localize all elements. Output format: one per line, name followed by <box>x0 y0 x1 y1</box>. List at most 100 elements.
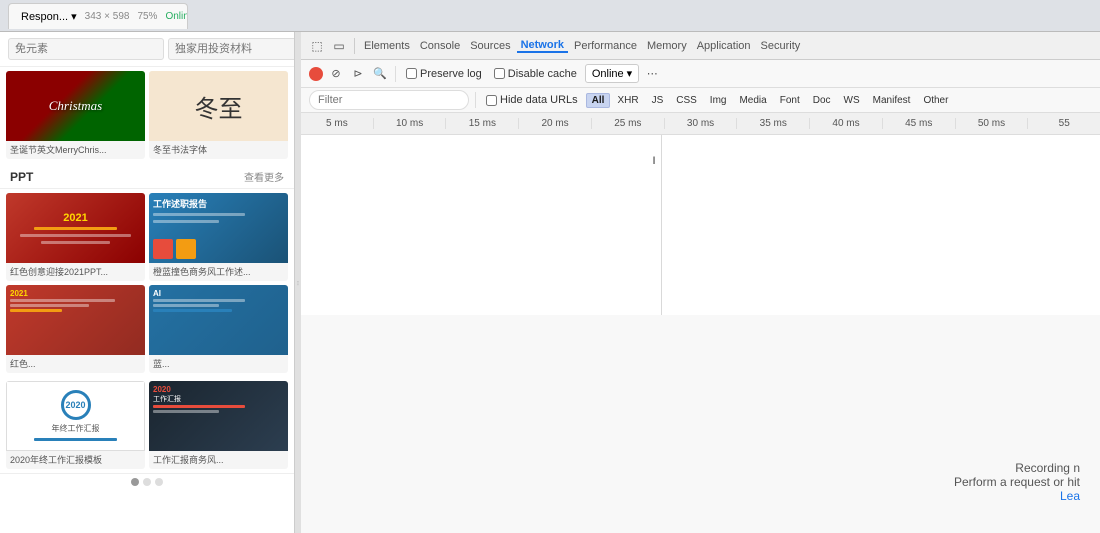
ppt-section-title: PPT <box>10 170 33 184</box>
recording-area: Recording n Perform a request or hit Lea <box>301 315 1100 533</box>
timeline-tick: 5 ms <box>301 118 373 129</box>
timeline-tick: 15 ms <box>445 118 518 129</box>
list-item[interactable]: 工作述职报告 橙蓝撞色商务风工作述... <box>149 193 288 281</box>
filter-type-img[interactable]: Img <box>704 93 733 108</box>
filter-type-other[interactable]: Other <box>917 93 954 108</box>
filter-type-font[interactable]: Font <box>774 93 806 108</box>
ppt-thumb-blue: 工作述职报告 <box>149 193 288 263</box>
timeline-tick: 55 <box>1027 118 1100 129</box>
devtools-tab-performance[interactable]: Performance <box>570 40 641 52</box>
filter-type-manifest[interactable]: Manifest <box>867 93 917 108</box>
cursor-indicator: I <box>653 135 656 315</box>
devtools-tab-sources[interactable]: Sources <box>466 40 514 52</box>
tab-zoom: 75% <box>137 11 157 22</box>
ppt-caption: 2020年终工作汇报模板 <box>6 451 145 469</box>
list-item[interactable]: Christmas 圣诞节英文MerryChris... <box>6 71 145 159</box>
search-input-2[interactable] <box>168 38 295 60</box>
recording-message-1: Recording n <box>1015 461 1088 475</box>
ppt-caption: 红色创意迎接2021PPT... <box>6 263 145 281</box>
ppt-caption: 蓝... <box>149 355 288 373</box>
filter-type-doc[interactable]: Doc <box>807 93 837 108</box>
scrollbar-dot <box>155 478 163 486</box>
search-bar: 搜索 登录 <box>0 32 294 67</box>
filter-type-ws[interactable]: WS <box>838 93 866 108</box>
ppt-thumb-red: 2021 <box>6 193 145 263</box>
ppt-section-more[interactable]: 查看更多 <box>244 169 284 184</box>
search-network-button[interactable]: 🔍 <box>371 65 389 83</box>
ppt-section-header: PPT 查看更多 <box>0 163 294 189</box>
search-input[interactable] <box>8 38 164 60</box>
devtools-tab-memory[interactable]: Memory <box>643 40 691 52</box>
toolbar-separator <box>395 66 396 82</box>
online-dropdown-icon: ▾ <box>627 67 633 80</box>
cursor-line <box>661 135 662 315</box>
hide-data-urls-checkbox[interactable]: Hide data URLs <box>482 94 582 106</box>
devtools-device-icon[interactable]: ▭ <box>329 36 349 56</box>
image-thumb-calligraphy: 冬至 <box>149 71 288 141</box>
list-item[interactable]: AI 蓝... <box>149 285 288 373</box>
filter-toolbar: Hide data URLs All XHR JS CSS Img Media … <box>301 88 1100 113</box>
filter-button[interactable]: ⊳ <box>349 65 367 83</box>
devtools-pointer-icon[interactable]: ⬚ <box>307 36 327 56</box>
tab-dimensions: 343 × 598 <box>85 11 130 22</box>
tab-title: Respon... ▾ <box>21 10 77 23</box>
scrollbar-area <box>0 473 294 490</box>
more-options-button[interactable]: ⋯ <box>643 65 661 83</box>
filter-type-xhr[interactable]: XHR <box>611 93 644 108</box>
filter-type-js[interactable]: JS <box>646 93 670 108</box>
record-button[interactable] <box>309 67 323 81</box>
list-item[interactable]: 冬至 冬至书法字体 <box>149 71 288 159</box>
devtools-tab-elements[interactable]: Elements <box>360 40 414 52</box>
preserve-log-label: Preserve log <box>420 68 482 80</box>
webpage-panel: 搜索 登录 Christmas 圣诞节英文MerryChris... 冬至 <box>0 32 295 533</box>
devtools-topbar: ⬚ ▭ Elements Console Sources Network Per… <box>301 32 1100 60</box>
network-toolbar: ⊘ ⊳ 🔍 Preserve log Disable cache Online … <box>301 60 1100 88</box>
timeline-tick: 45 ms <box>882 118 955 129</box>
scrollbar-dot <box>143 478 151 486</box>
filter-type-media[interactable]: Media <box>733 93 772 108</box>
filter-separator <box>475 92 476 108</box>
devtools-tab-console[interactable]: Console <box>416 40 464 52</box>
ppt-thumb-bluegray: AI <box>149 285 288 355</box>
devtools-panel: ⬚ ▭ Elements Console Sources Network Per… <box>301 32 1100 533</box>
timeline-tick: 30 ms <box>664 118 737 129</box>
timeline-tick: 40 ms <box>809 118 882 129</box>
network-timeline: I <box>301 135 1100 315</box>
hide-data-urls-label: Hide data URLs <box>500 94 578 106</box>
online-button[interactable]: Online ▾ <box>585 64 639 83</box>
timeline-tick: 35 ms <box>736 118 809 129</box>
filter-type-all[interactable]: All <box>586 93 611 108</box>
learn-more-link[interactable]: Lea <box>1060 489 1080 503</box>
browser-tab[interactable]: Respon... ▾ 343 × 598 75% Online ⚙ × <box>8 3 188 29</box>
ppt-grid-2: 2020 年终工作汇报 2020年终工作汇报模板 2020 工作汇报 <box>0 377 294 473</box>
timeline-tick: 20 ms <box>518 118 591 129</box>
main-container: 搜索 登录 Christmas 圣诞节英文MerryChris... 冬至 <box>0 32 1100 533</box>
preserve-log-checkbox[interactable]: Preserve log <box>402 68 486 80</box>
clear-button[interactable]: ⊘ <box>327 65 345 83</box>
timeline-header: 5 ms 10 ms 15 ms 20 ms 25 ms 30 ms 35 ms… <box>301 113 1100 135</box>
ppt-caption: 红色... <box>6 355 145 373</box>
timeline-tick: 25 ms <box>591 118 664 129</box>
timeline-tick: 50 ms <box>955 118 1028 129</box>
image-thumb-christmas: Christmas <box>6 71 145 141</box>
list-item[interactable]: 2021 红色创意迎接2021PPT... <box>6 193 145 281</box>
devtools-tab-application[interactable]: Application <box>693 40 755 52</box>
ppt-thumb-white: 2020 年终工作汇报 <box>6 381 145 451</box>
disable-cache-checkbox[interactable]: Disable cache <box>490 68 581 80</box>
filter-type-css[interactable]: CSS <box>670 93 703 108</box>
ppt-thumb-dark: 2020 工作汇报 <box>149 381 288 451</box>
image-caption: 冬至书法字体 <box>149 141 288 159</box>
devtools-tab-network[interactable]: Network <box>517 39 568 53</box>
list-item[interactable]: 2020 工作汇报 工作汇报商务风... <box>149 381 288 469</box>
filter-input[interactable] <box>309 90 469 110</box>
list-item[interactable]: 2020 年终工作汇报 2020年终工作汇报模板 <box>6 381 145 469</box>
tab-status: Online <box>165 11 188 22</box>
devtools-tab-security[interactable]: Security <box>757 40 805 52</box>
scrollbar-dot <box>131 478 139 486</box>
image-caption: 圣诞节英文MerryChris... <box>6 141 145 159</box>
ppt-caption: 工作汇报商务风... <box>149 451 288 469</box>
list-item[interactable]: 2021 红色... <box>6 285 145 373</box>
separator <box>354 38 355 54</box>
online-label: Online <box>592 68 624 80</box>
filter-type-buttons: All XHR JS CSS Img Media Font Doc WS Man… <box>586 93 955 108</box>
